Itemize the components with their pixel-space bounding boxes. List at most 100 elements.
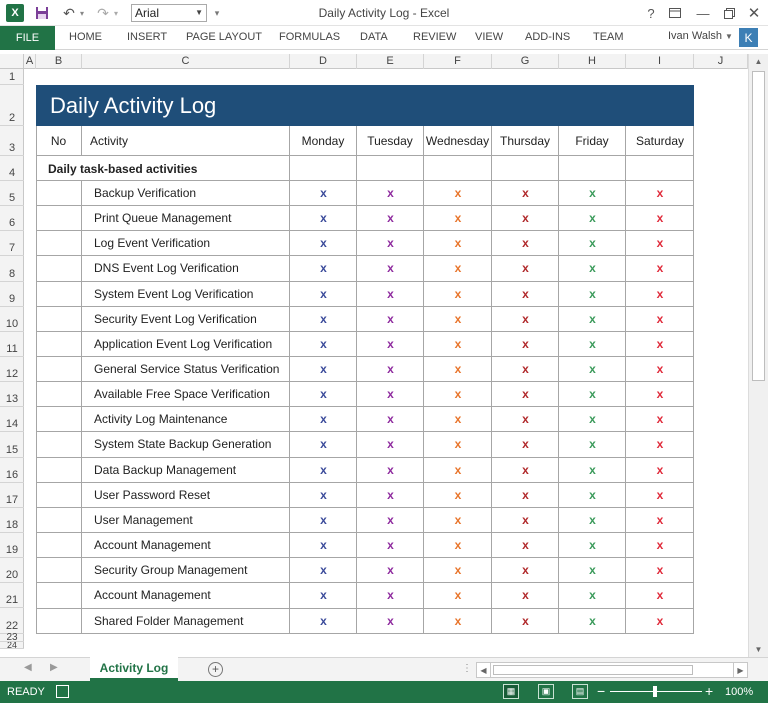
check-mark-friday[interactable]: x: [559, 261, 626, 275]
sheet-next-icon[interactable]: ▶: [50, 662, 58, 673]
check-mark-friday[interactable]: x: [559, 488, 626, 502]
table-row[interactable]: Data Backup Management x x x x x x: [36, 458, 694, 483]
redo-dropdown-icon[interactable]: ▾: [112, 4, 120, 22]
check-mark-tuesday[interactable]: x: [357, 463, 424, 477]
check-mark-wednesday[interactable]: x: [424, 312, 492, 326]
table-row[interactable]: Print Queue Management x x x x x x: [36, 206, 694, 231]
tab-review[interactable]: REVIEW: [413, 31, 456, 43]
column-header-d[interactable]: D: [290, 54, 357, 69]
check-mark-thursday[interactable]: x: [492, 261, 559, 275]
row-header[interactable]: 8: [0, 256, 24, 282]
vertical-scroll-thumb[interactable]: [752, 71, 765, 381]
check-mark-wednesday[interactable]: x: [424, 538, 492, 552]
zoom-level[interactable]: 100%: [725, 686, 753, 698]
check-mark-saturday[interactable]: x: [626, 362, 694, 376]
check-mark-tuesday[interactable]: x: [357, 563, 424, 577]
check-mark-tuesday[interactable]: x: [357, 437, 424, 451]
check-mark-monday[interactable]: x: [290, 463, 357, 477]
scroll-left-icon[interactable]: ◀: [477, 663, 491, 677]
check-mark-saturday[interactable]: x: [626, 538, 694, 552]
column-header-c[interactable]: C: [82, 54, 290, 69]
check-mark-saturday[interactable]: x: [626, 563, 694, 577]
table-row[interactable]: Available Free Space Verification x x x x x x: [36, 382, 694, 407]
help-icon[interactable]: ?: [640, 3, 662, 23]
tab-team[interactable]: TEAM: [593, 31, 624, 43]
scroll-right-icon[interactable]: ▶: [733, 663, 747, 677]
check-mark-thursday[interactable]: x: [492, 211, 559, 225]
check-mark-saturday[interactable]: x: [626, 337, 694, 351]
tab-view[interactable]: VIEW: [475, 31, 503, 43]
check-mark-thursday[interactable]: x: [492, 412, 559, 426]
column-header-h[interactable]: H: [559, 54, 626, 69]
header-activity[interactable]: Activity: [82, 126, 290, 156]
check-mark-thursday[interactable]: x: [492, 513, 559, 527]
check-mark-friday[interactable]: x: [559, 588, 626, 602]
zoom-out-icon[interactable]: −: [597, 683, 605, 699]
tab-add-ins[interactable]: ADD-INS: [525, 31, 570, 43]
horizontal-scrollbar[interactable]: ◀ ▶: [476, 662, 748, 678]
check-mark-monday[interactable]: x: [290, 337, 357, 351]
check-mark-monday[interactable]: x: [290, 588, 357, 602]
column-header-j[interactable]: J: [694, 54, 748, 69]
check-mark-wednesday[interactable]: x: [424, 563, 492, 577]
check-mark-wednesday[interactable]: x: [424, 614, 492, 628]
undo-icon[interactable]: ↶: [62, 4, 76, 22]
check-mark-tuesday[interactable]: x: [357, 261, 424, 275]
scroll-down-icon[interactable]: ▼: [749, 642, 768, 657]
row-header[interactable]: 5: [0, 181, 24, 206]
table-row[interactable]: Log Event Verification x x x x x x: [36, 231, 694, 256]
tab-formulas[interactable]: FORMULAS: [279, 31, 340, 43]
check-mark-friday[interactable]: x: [559, 186, 626, 200]
check-mark-friday[interactable]: x: [559, 463, 626, 477]
table-row[interactable]: Account Management x x x x x x: [36, 533, 694, 558]
page-layout-view-icon[interactable]: ▣: [538, 684, 554, 699]
header-monday[interactable]: Monday: [290, 126, 357, 156]
check-mark-saturday[interactable]: x: [626, 463, 694, 477]
check-mark-thursday[interactable]: x: [492, 186, 559, 200]
check-mark-friday[interactable]: x: [559, 538, 626, 552]
check-mark-friday[interactable]: x: [559, 211, 626, 225]
row-header[interactable]: 3: [0, 126, 24, 156]
header-saturday[interactable]: Saturday: [626, 126, 694, 156]
header-thursday[interactable]: Thursday: [492, 126, 559, 156]
check-mark-friday[interactable]: x: [559, 337, 626, 351]
check-mark-monday[interactable]: x: [290, 563, 357, 577]
check-mark-friday[interactable]: x: [559, 362, 626, 376]
check-mark-thursday[interactable]: x: [492, 588, 559, 602]
check-mark-saturday[interactable]: x: [626, 513, 694, 527]
row-header[interactable]: 17: [0, 483, 24, 508]
column-header-g[interactable]: G: [492, 54, 559, 69]
restore-icon[interactable]: [718, 3, 740, 23]
check-mark-friday[interactable]: x: [559, 312, 626, 326]
report-title-banner[interactable]: Daily Activity Log: [36, 85, 694, 126]
table-row[interactable]: System Event Log Verification x x x x x x: [36, 282, 694, 307]
table-row[interactable]: System State Backup Generation x x x x x x: [36, 432, 694, 458]
check-mark-thursday[interactable]: x: [492, 236, 559, 250]
check-mark-tuesday[interactable]: x: [357, 337, 424, 351]
redo-icon[interactable]: ↷: [96, 4, 110, 22]
check-mark-monday[interactable]: x: [290, 614, 357, 628]
check-mark-tuesday[interactable]: x: [357, 488, 424, 502]
check-mark-wednesday[interactable]: x: [424, 337, 492, 351]
column-header-f[interactable]: F: [424, 54, 492, 69]
column-header-i[interactable]: I: [626, 54, 694, 69]
row-header[interactable]: 11: [0, 332, 24, 357]
check-mark-saturday[interactable]: x: [626, 186, 694, 200]
horizontal-scroll-thumb[interactable]: [493, 665, 693, 675]
check-mark-saturday[interactable]: x: [626, 287, 694, 301]
column-header-a[interactable]: A: [24, 54, 36, 69]
column-header-b[interactable]: B: [36, 54, 82, 69]
check-mark-wednesday[interactable]: x: [424, 513, 492, 527]
sheet-prev-icon[interactable]: ◀: [24, 662, 32, 673]
table-row[interactable]: Application Event Log Verification x x x x x x: [36, 332, 694, 357]
user-name[interactable]: Ivan Walsh: [668, 30, 722, 42]
check-mark-monday[interactable]: x: [290, 287, 357, 301]
check-mark-saturday[interactable]: x: [626, 261, 694, 275]
page-break-view-icon[interactable]: ▤: [572, 684, 588, 699]
check-mark-monday[interactable]: x: [290, 312, 357, 326]
table-row[interactable]: DNS Event Log Verification x x x x x x: [36, 256, 694, 282]
minimize-icon[interactable]: —: [692, 3, 714, 23]
check-mark-tuesday[interactable]: x: [357, 412, 424, 426]
check-mark-friday[interactable]: x: [559, 236, 626, 250]
check-mark-monday[interactable]: x: [290, 211, 357, 225]
